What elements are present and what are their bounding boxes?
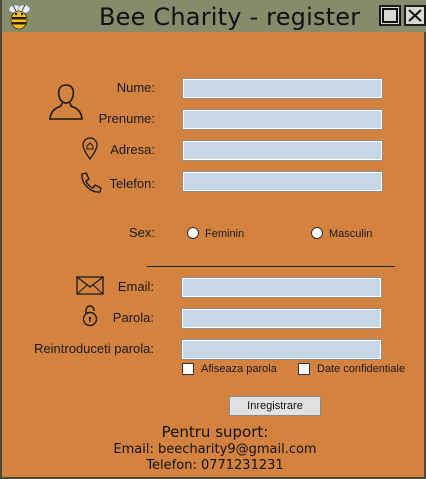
telefon-label: Telefon: <box>109 176 155 191</box>
adresa-label: Adresa: <box>110 142 155 157</box>
inregistrare-button[interactable]: Inregistrare <box>229 396 321 416</box>
support-heading: Pentru suport: <box>161 423 269 441</box>
date-confidentiale-label[interactable]: Date confidentiale <box>317 363 405 375</box>
prenume-input[interactable] <box>182 109 383 130</box>
phone-icon <box>81 172 102 193</box>
minimize-icon <box>382 8 398 23</box>
reintroduceti-parola-label: Reintroduceti parola: <box>34 341 154 356</box>
date-confidentiale-checkbox[interactable] <box>298 363 310 375</box>
nume-input[interactable] <box>182 78 383 99</box>
reintroduceti-parola-input[interactable] <box>181 339 382 360</box>
minimize-button[interactable] <box>379 5 401 26</box>
parola-label: Parola: <box>112 310 154 325</box>
support-phone: Telefon: 0771231231 <box>146 458 284 473</box>
register-window: Bee Charity - register Nume: Prenume: Ad… <box>0 0 426 479</box>
feminin-radio[interactable] <box>187 227 199 239</box>
adresa-input[interactable] <box>182 140 383 161</box>
telefon-input[interactable] <box>182 171 383 192</box>
window-title: Bee Charity - register <box>99 3 361 31</box>
sex-label: Sex: <box>128 225 155 240</box>
email-label: Email: <box>117 279 154 294</box>
parola-input[interactable] <box>181 308 382 329</box>
afiseaza-parola-checkbox[interactable] <box>182 363 194 375</box>
bee-icon <box>8 4 31 30</box>
support-email: Email: beecharity9@gmail.com <box>113 442 317 457</box>
prenume-label: Prenume: <box>98 111 155 126</box>
nume-label: Nume: <box>116 80 155 95</box>
title-bar[interactable]: Bee Charity - register <box>2 0 426 32</box>
masculin-radio[interactable] <box>311 227 323 239</box>
email-input[interactable] <box>181 277 382 298</box>
location-pin-icon <box>82 137 98 161</box>
close-icon <box>408 9 422 22</box>
feminin-label[interactable]: Feminin <box>205 228 244 240</box>
afiseaza-parola-label[interactable]: Afiseaza parola <box>201 363 277 375</box>
masculin-label[interactable]: Masculin <box>329 228 372 240</box>
padlock-icon <box>82 305 98 327</box>
separator-line <box>147 266 395 267</box>
user-icon <box>49 84 83 120</box>
envelope-icon <box>76 276 104 295</box>
close-button[interactable] <box>404 5 426 26</box>
